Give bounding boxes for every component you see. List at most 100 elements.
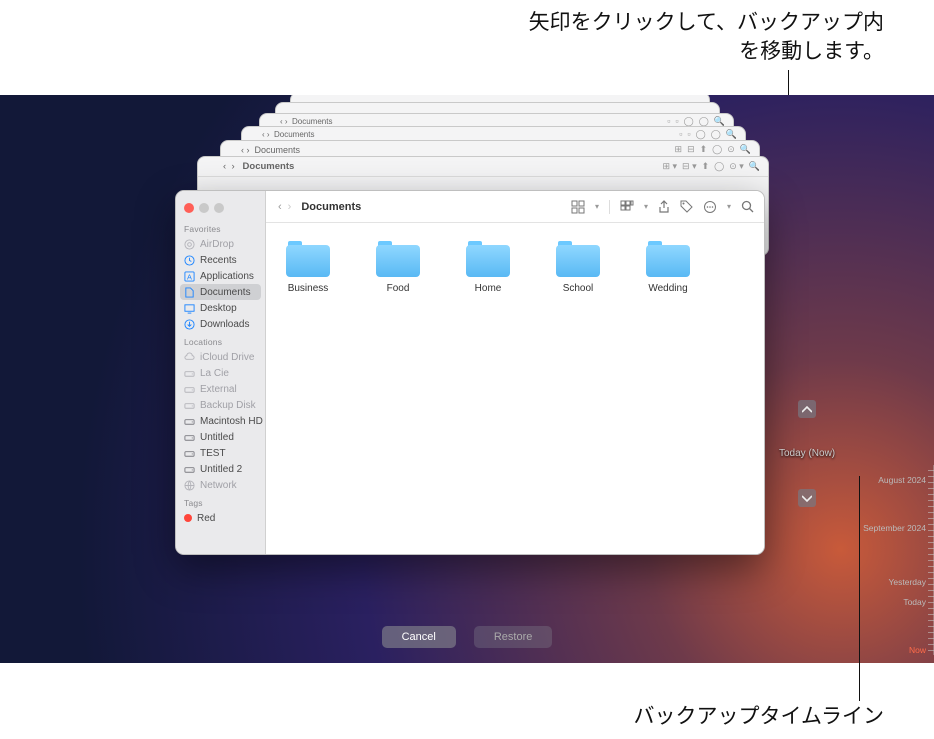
sidebar-item-label: Macintosh HD <box>200 416 263 427</box>
folder-icon <box>466 241 510 277</box>
folder-school[interactable]: School <box>548 241 608 294</box>
sidebar-item-recents[interactable]: Recents <box>176 252 265 268</box>
folder-label: Business <box>288 283 329 294</box>
sidebar-item-documents[interactable]: Documents <box>180 284 261 300</box>
doc-icon <box>184 287 195 298</box>
sidebar-tag-red[interactable]: Red <box>176 510 265 526</box>
sidebar-header-tags: Tags <box>176 493 265 510</box>
sidebar-item-label: Applications <box>200 271 254 282</box>
disk-icon <box>184 368 195 379</box>
tag-label: Red <box>197 513 215 524</box>
disk-icon <box>184 416 195 427</box>
sidebar-item-label: Downloads <box>200 319 249 330</box>
sidebar-item-desktop[interactable]: Desktop <box>176 300 265 316</box>
sidebar-item-label: AirDrop <box>200 239 234 250</box>
sidebar-item-label: Untitled 2 <box>200 464 242 475</box>
annotation-bottom: バックアップタイムライン <box>633 700 884 730</box>
back-button[interactable]: ‹ <box>276 201 284 213</box>
zoom-button[interactable] <box>214 203 224 213</box>
sidebar-item-label: iCloud Drive <box>200 352 254 363</box>
svg-text:A: A <box>187 272 192 281</box>
sidebar-item-test[interactable]: TEST <box>176 445 265 461</box>
timeline-label-september-2024[interactable]: September 2024 <box>863 523 926 533</box>
sidebar-item-label: Desktop <box>200 303 237 314</box>
window-title: Documents <box>301 201 361 213</box>
globe-icon <box>184 480 195 491</box>
callout-line-timeline <box>859 476 860 701</box>
sidebar-item-downloads[interactable]: Downloads <box>176 316 265 332</box>
timeline-label-august-2024[interactable]: August 2024 <box>878 475 926 485</box>
sidebar-item-backup-disk[interactable]: Backup Disk <box>176 397 265 413</box>
sidebar-item-label: External <box>200 384 237 395</box>
sidebar-item-label: Network <box>200 480 237 491</box>
sidebar-item-label: Untitled <box>200 432 234 443</box>
disk-icon <box>184 400 195 411</box>
disk-icon <box>184 448 195 459</box>
tag-dot-icon <box>184 514 192 522</box>
folder-icon <box>646 241 690 277</box>
sidebar-item-label: Backup Disk <box>200 400 256 411</box>
cancel-button[interactable]: Cancel <box>382 626 456 648</box>
sidebar-item-la-cie[interactable]: La Cie <box>176 365 265 381</box>
sidebar-header-favorites: Favorites <box>176 219 265 236</box>
sidebar-item-external[interactable]: External <box>176 381 265 397</box>
finder-sidebar: Favorites AirDrop Recents A Applications Doc… <box>176 191 266 554</box>
desktop-icon <box>184 303 195 314</box>
folder-area: Business Food Home School Wedding <box>266 223 764 554</box>
download-icon <box>184 319 195 330</box>
restore-button[interactable]: Restore <box>474 626 553 648</box>
folder-label: School <box>563 283 594 294</box>
action-buttons: Cancel Restore <box>0 626 934 648</box>
search-icon[interactable] <box>741 200 754 213</box>
timeline-up-arrow[interactable] <box>798 400 816 418</box>
timeline-current-label: Today (Now) <box>779 448 835 459</box>
folder-icon <box>376 241 420 277</box>
disk-icon <box>184 432 195 443</box>
share-icon[interactable] <box>658 200 670 214</box>
airdrop-icon <box>184 239 195 250</box>
sidebar-item-untitled-2[interactable]: Untitled 2 <box>176 461 265 477</box>
annotation-top: 矢印をクリックして、バックアップ内を移動します。 <box>524 8 884 67</box>
view-icon-grid[interactable] <box>571 200 585 214</box>
sidebar-item-label: TEST <box>200 448 226 459</box>
folder-icon <box>286 241 330 277</box>
sidebar-item-icloud-drive[interactable]: iCloud Drive <box>176 349 265 365</box>
sidebar-header-locations: Locations <box>176 332 265 349</box>
sidebar-item-macintosh-hd[interactable]: Macintosh HD <box>176 413 265 429</box>
sidebar-item-untitled[interactable]: Untitled <box>176 429 265 445</box>
tag-icon[interactable] <box>680 200 693 213</box>
disk-icon <box>184 384 195 395</box>
clock-icon <box>184 255 195 266</box>
folder-business[interactable]: Business <box>278 241 338 294</box>
folder-label: Home <box>475 283 502 294</box>
sidebar-item-network[interactable]: Network <box>176 477 265 493</box>
close-button[interactable] <box>184 203 194 213</box>
folder-home[interactable]: Home <box>458 241 518 294</box>
timeline-down-arrow[interactable] <box>798 489 816 507</box>
group-icon[interactable] <box>620 200 634 214</box>
sidebar-item-applications[interactable]: A Applications <box>176 268 265 284</box>
finder-toolbar: ‹ › Documents ▾ ▾ <box>266 191 764 223</box>
timeline-label-today[interactable]: Today <box>903 597 926 607</box>
folder-label: Food <box>387 283 410 294</box>
folder-icon <box>556 241 600 277</box>
desktop-background: ‹ › Documents▫▫◯◯🔍 ‹ › Documents▫▫◯◯🔍 ‹ … <box>0 95 934 663</box>
folder-food[interactable]: Food <box>368 241 428 294</box>
folder-wedding[interactable]: Wedding <box>638 241 698 294</box>
disk-icon <box>184 464 195 475</box>
apps-icon: A <box>184 271 195 282</box>
timeline-nav: Today (Now) <box>779 400 835 507</box>
minimize-button[interactable] <box>199 203 209 213</box>
folder-label: Wedding <box>648 283 687 294</box>
sidebar-item-label: La Cie <box>200 368 229 379</box>
forward-button[interactable]: › <box>286 201 294 213</box>
window-controls <box>176 197 265 219</box>
sidebar-item-label: Recents <box>200 255 237 266</box>
timeline-label-yesterday[interactable]: Yesterday <box>889 577 927 587</box>
action-icon[interactable] <box>703 200 717 214</box>
finder-content: ‹ › Documents ▾ ▾ <box>266 191 764 554</box>
sidebar-item-airdrop[interactable]: AirDrop <box>176 236 265 252</box>
sidebar-item-label: Documents <box>200 287 251 298</box>
cloud-icon <box>184 352 195 363</box>
finder-window: Favorites AirDrop Recents A Applications Doc… <box>175 190 765 555</box>
